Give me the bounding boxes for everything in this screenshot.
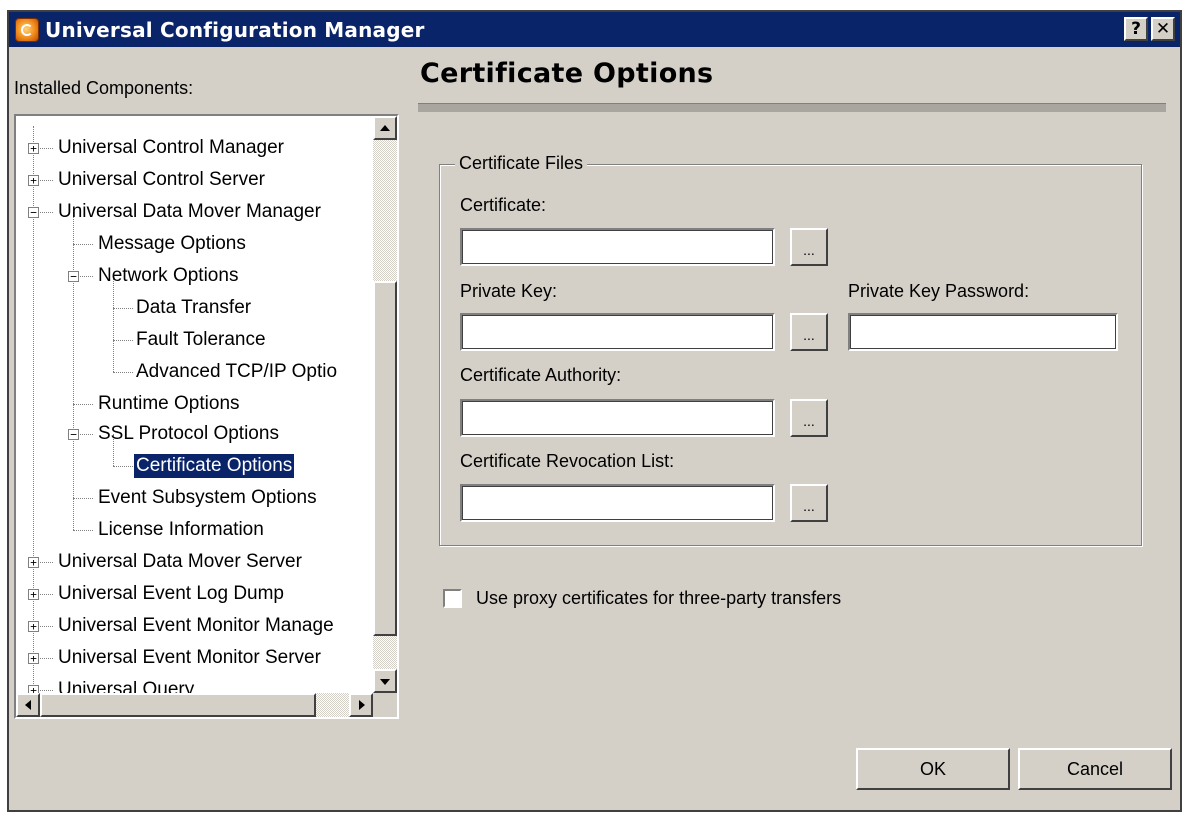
proxy-certificates-checkbox[interactable] [443,589,462,608]
tree-item-label: Universal Event Monitor Server [58,647,321,668]
tree-item-advanced-tcpip-options[interactable]: Advanced TCP/IP Optio [136,357,337,387]
expand-icon[interactable]: + [28,175,39,186]
tree-content: + Universal Control Manager + Universal … [16,116,373,693]
tree-item-label: Message Options [98,233,246,254]
horizontal-scroll-thumb[interactable] [40,693,316,717]
certificate-label: Certificate: [460,195,547,215]
tree-item-label: Universal Query [58,679,195,693]
tree-item-certificate-options[interactable]: Certificate Options [134,451,295,481]
scroll-right-button[interactable] [349,693,373,717]
scroll-up-button[interactable] [373,116,397,140]
tree-item-fault-tolerance[interactable]: Fault Tolerance [136,325,266,355]
tree-item-ssl-protocol-options[interactable]: SSL Protocol Options [98,419,279,449]
expand-icon[interactable]: + [28,557,39,568]
tree-item-label: Runtime Options [98,393,240,414]
expand-icon[interactable]: + [28,653,39,664]
arrow-left-icon [25,700,31,710]
help-button[interactable]: ? [1124,17,1148,41]
revocation-list-browse-button[interactable]: ... [790,484,828,522]
tree-item-universal-data-mover-server[interactable]: Universal Data Mover Server [58,547,302,577]
collapse-icon[interactable]: − [68,271,79,282]
page-title: Certificate Options [420,58,714,89]
component-tree[interactable]: + Universal Control Manager + Universal … [14,114,399,719]
scroll-corner [373,693,397,717]
tree-item-label: Data Transfer [136,297,252,318]
private-key-field[interactable] [460,313,775,351]
tree-item-label: Event Subsystem Options [98,487,317,508]
revocation-list-field[interactable] [460,484,775,522]
installed-components-label: Installed Components: [14,78,194,98]
title-bar[interactable]: Universal Configuration Manager ? ✕ [9,12,1180,47]
certificate-authority-browse-button[interactable]: ... [790,399,828,437]
tree-item-label-selected: Certificate Options [134,454,295,478]
certificate-authority-field[interactable] [460,399,775,437]
cancel-button[interactable]: Cancel [1018,748,1172,790]
private-key-label: Private Key: [460,281,558,301]
group-label: Certificate Files [455,153,588,174]
certificate-authority-label: Certificate Authority: [460,365,622,385]
tree-item-label: Network Options [98,265,239,286]
title-divider [418,103,1166,112]
tree-item-label: Universal Data Mover Server [58,551,302,572]
tree-item-universal-data-mover-manager[interactable]: Universal Data Mover Manager [58,197,321,227]
collapse-icon[interactable]: − [28,207,39,218]
tree-item-label: SSL Protocol Options [98,423,279,444]
close-icon: ✕ [1155,19,1171,39]
tree-item-label: Fault Tolerance [136,329,266,350]
revocation-list-label: Certificate Revocation List: [460,451,675,471]
window-title: Universal Configuration Manager [45,17,425,42]
tree-item-license-information[interactable]: License Information [98,515,264,545]
tree-item-universal-control-manager[interactable]: Universal Control Manager [58,133,284,163]
scroll-left-button[interactable] [16,693,40,717]
tree-item-label: Advanced TCP/IP Optio [136,361,338,382]
tree-item-label: Universal Control Server [58,169,265,190]
vertical-scrollbar[interactable] [373,116,397,693]
arrow-right-icon [359,700,365,710]
scroll-down-button[interactable] [373,669,397,693]
private-key-password-label: Private Key Password: [848,281,1030,301]
vertical-scroll-thumb[interactable] [373,281,397,636]
tree-item-label: License Information [98,519,264,540]
tree-item-runtime-options[interactable]: Runtime Options [98,389,240,419]
proxy-certificates-label[interactable]: Use proxy certificates for three-party t… [476,588,841,609]
expand-icon[interactable]: + [28,685,39,693]
expand-icon[interactable]: + [28,143,39,154]
tree-item-event-subsystem-options[interactable]: Event Subsystem Options [98,483,317,513]
tree-item-label: Universal Data Mover Manager [58,201,321,222]
private-key-browse-button[interactable]: ... [790,313,828,351]
tree-item-universal-query[interactable]: Universal Query [58,675,194,693]
private-key-password-field[interactable] [848,313,1118,351]
tree-item-message-options[interactable]: Message Options [98,229,246,259]
ok-button[interactable]: OK [856,748,1010,790]
close-button[interactable]: ✕ [1151,17,1175,41]
tree-item-label: Universal Event Log Dump [58,583,284,604]
tree-item-data-transfer[interactable]: Data Transfer [136,293,251,323]
expand-icon[interactable]: + [28,621,39,632]
arrow-down-icon [380,679,390,685]
tree-item-label: Universal Control Manager [58,137,284,158]
collapse-icon[interactable]: − [68,429,79,440]
tree-item-label: Universal Event Monitor Manage [58,615,334,636]
tree-item-universal-control-server[interactable]: Universal Control Server [58,165,265,195]
tree-item-universal-event-monitor-server[interactable]: Universal Event Monitor Server [58,643,321,673]
horizontal-scrollbar[interactable] [16,693,373,717]
arrow-up-icon [380,125,390,131]
app-icon [15,17,39,42]
tree-item-universal-event-monitor-manager[interactable]: Universal Event Monitor Manage [58,611,334,641]
certificate-browse-button[interactable]: ... [790,228,828,266]
certificate-field[interactable] [460,228,775,266]
tree-item-network-options[interactable]: Network Options [98,261,238,291]
tree-item-universal-event-log-dump[interactable]: Universal Event Log Dump [58,579,284,609]
expand-icon[interactable]: + [28,589,39,600]
tree-connector [73,212,74,530]
